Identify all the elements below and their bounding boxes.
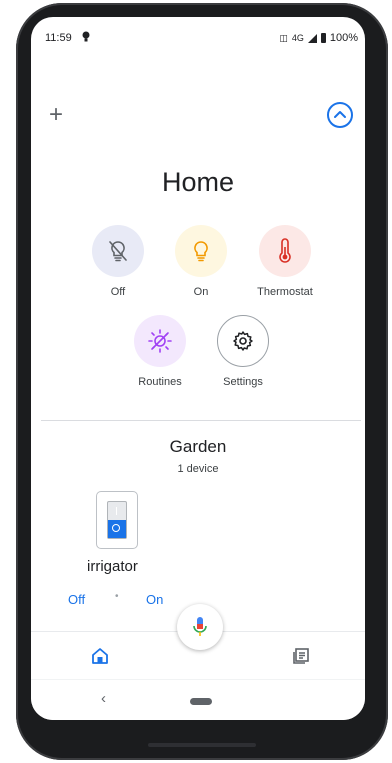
device-name: irrigator	[87, 558, 138, 575]
status-time: 11:59	[45, 32, 72, 44]
battery-icon	[320, 33, 326, 43]
sun-routine-icon	[134, 315, 186, 367]
back-button[interactable]: ‹	[101, 690, 106, 707]
home-pill-button[interactable]	[190, 698, 212, 705]
shortcut-label: Routines	[138, 376, 182, 388]
shortcut-thermostat[interactable]: Thermostat	[245, 225, 325, 298]
vibrate-icon: ◫	[279, 32, 288, 43]
room-device-count: 1 device	[177, 463, 219, 475]
lightbulb-on-icon	[175, 225, 227, 277]
status-indicators: ◫ 4G 100%	[279, 32, 358, 44]
page-title: Home	[161, 167, 235, 197]
account-button[interactable]	[327, 102, 353, 128]
battery-level: 100%	[329, 32, 358, 44]
device-on-button[interactable]: On	[146, 592, 163, 607]
shortcut-lights-off[interactable]: Off	[78, 225, 158, 298]
shortcut-label: On	[193, 286, 209, 298]
shortcut-lights-on[interactable]: On	[161, 225, 241, 298]
lightbulb-notification-icon	[82, 31, 90, 45]
shortcut-routines[interactable]: Routines	[120, 315, 200, 388]
thermometer-icon	[259, 225, 311, 277]
shortcut-label: Thermostat	[257, 286, 313, 298]
network-type: 4G	[291, 33, 304, 43]
add-button[interactable]: +	[49, 103, 63, 127]
app-screen: 11:59 ◫ 4G 100% + Home Off On Thermostat…	[31, 17, 365, 720]
chevron-up-icon	[334, 111, 346, 118]
shortcut-label: Off	[110, 286, 126, 298]
switch-off-mark	[116, 507, 117, 515]
section-divider	[41, 420, 361, 421]
irrigator-device-tile[interactable]	[96, 491, 138, 549]
home-icon	[92, 648, 108, 664]
switch-icon	[107, 501, 127, 539]
shortcut-label: Settings	[223, 376, 263, 388]
switch-on-mark	[112, 524, 120, 532]
gear-icon	[217, 315, 269, 367]
assistant-mic-button[interactable]	[177, 604, 223, 650]
nav-feed-tab[interactable]	[292, 647, 310, 670]
microphone-icon	[193, 617, 207, 636]
nav-home-tab[interactable]	[91, 647, 109, 670]
room-title: Garden	[169, 437, 227, 456]
separator-dot: •	[115, 591, 119, 602]
shortcut-settings[interactable]: Settings	[203, 315, 283, 388]
feed-icon	[293, 648, 309, 664]
device-off-button[interactable]: Off	[68, 592, 85, 607]
system-navigation-bar: ‹	[31, 679, 365, 720]
switch-on-half	[108, 520, 126, 538]
status-bar: 11:59 ◫ 4G 100%	[31, 17, 365, 47]
signal-icon	[307, 33, 317, 43]
lightbulb-off-icon	[92, 225, 144, 277]
bottom-speaker	[148, 743, 256, 747]
